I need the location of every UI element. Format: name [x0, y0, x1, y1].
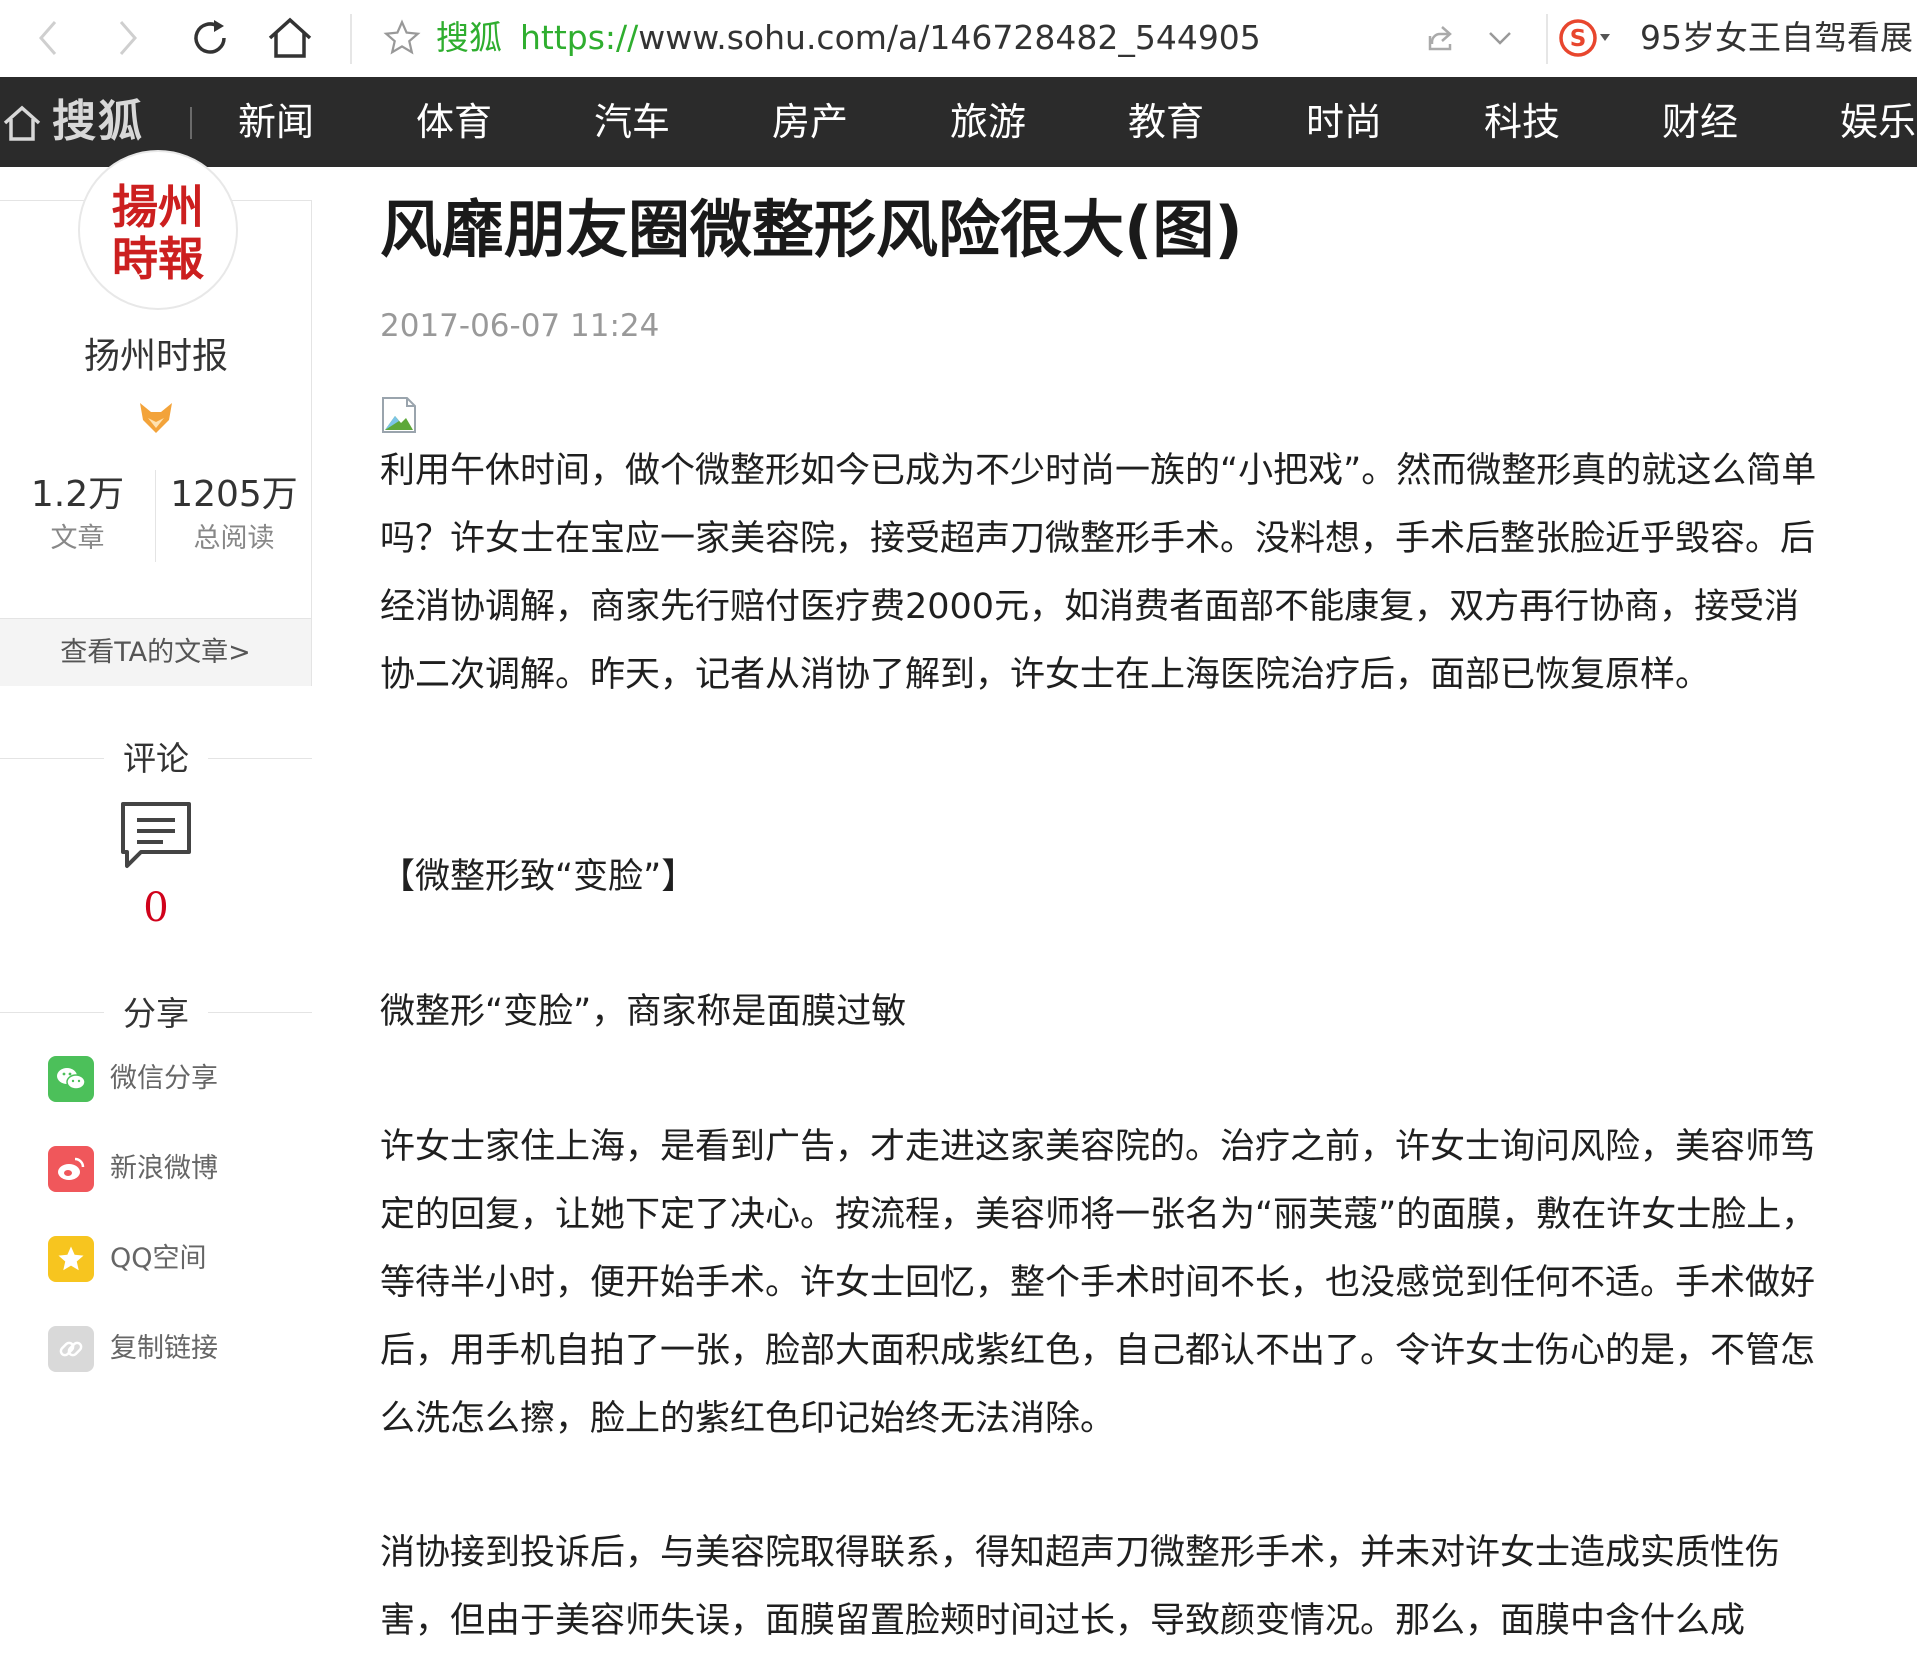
hot-search-text[interactable]: 95岁女王自驾看展 — [1640, 18, 1913, 58]
comments-title: 评论 — [123, 739, 189, 778]
nav-item-finance[interactable]: 财经 — [1662, 99, 1738, 145]
copy-link-label: 复制链接 — [110, 1333, 218, 1364]
chevron-down-icon — [1489, 32, 1511, 45]
share-page-button[interactable] — [1412, 10, 1468, 66]
forward-arrow-icon — [119, 21, 137, 55]
author-badge — [136, 400, 176, 440]
share-arrow-icon — [1428, 26, 1452, 51]
nav-item-tech[interactable]: 科技 — [1484, 99, 1560, 145]
reload-button[interactable] — [182, 10, 238, 66]
author-avatar[interactable]: 揚州 時報 — [78, 150, 238, 310]
browser-toolbar: 搜狐 https://www.sohu.com/a/146728482_5449… — [0, 0, 1917, 77]
broken-image-icon — [382, 397, 416, 433]
forward-button[interactable] — [100, 10, 156, 66]
svg-text:揚州: 揚州 — [112, 180, 204, 234]
url-path: www.sohu.com/a/146728482_544905 — [638, 18, 1261, 57]
svg-text:S: S — [1570, 26, 1587, 52]
home-button[interactable] — [262, 10, 318, 66]
nav-divider — [190, 107, 192, 139]
sohu-logo[interactable]: 搜狐 — [52, 96, 144, 148]
sogou-logo-icon: S — [1559, 19, 1610, 57]
article-paragraph: 微整形“变脸”，商家称是面膜过敏 — [380, 992, 907, 1032]
article-paragraph: 许女士家住上海，是看到广告，才走进这家美容院的。治疗之前，许女士询问风险，美容师… — [380, 1127, 1817, 1439]
nav-item-news[interactable]: 新闻 — [238, 99, 314, 145]
back-arrow-icon — [39, 21, 57, 55]
reload-icon — [194, 20, 226, 54]
share-title: 分享 — [123, 994, 189, 1033]
reads-count: 1205万 — [170, 474, 298, 515]
share-wechat-label: 微信分享 — [110, 1063, 218, 1094]
share-qzone-label: QQ空间 — [110, 1243, 207, 1274]
url-scheme: https:// — [520, 18, 639, 57]
reads-label: 总阅读 — [193, 523, 275, 554]
dropdown-button[interactable] — [1472, 10, 1528, 66]
author-name[interactable]: 扬州时报 — [0, 335, 312, 379]
sogou-search-button[interactable]: S — [1558, 10, 1614, 66]
site-name-label: 搜狐 — [436, 18, 502, 57]
nav-item-entertainment[interactable]: 娱乐 — [1840, 99, 1916, 145]
nav-item-fashion[interactable]: 时尚 — [1306, 99, 1382, 145]
articles-label: 文章 — [50, 523, 105, 554]
toolbar-divider — [350, 14, 352, 64]
nav-item-sports[interactable]: 体育 — [416, 99, 492, 145]
nav-item-education[interactable]: 教育 — [1128, 99, 1204, 145]
home-icon — [268, 17, 312, 58]
bookmark-star-button[interactable] — [374, 10, 430, 66]
home-icon[interactable] — [2, 103, 42, 143]
back-button[interactable] — [20, 10, 76, 66]
star-outline-icon — [383, 19, 421, 55]
nav-item-auto[interactable]: 汽车 — [594, 99, 670, 145]
comment-count[interactable]: 0 — [0, 884, 312, 932]
article-paragraph: 利用午休时间，做个微整形如今已成为不少时尚一族的“小把戏”。然而微整形真的就这么… — [380, 451, 1817, 695]
article-date: 2017-06-07 11:24 — [380, 308, 660, 344]
article-paragraph: 【微整形致“变脸”】 — [380, 857, 697, 897]
qzone-icon — [48, 1236, 94, 1282]
nav-item-realestate[interactable]: 房产 — [772, 99, 848, 145]
wechat-icon — [48, 1056, 94, 1102]
address-bar[interactable]: https://www.sohu.com/a/146728482_544905 — [520, 18, 1261, 58]
article-paragraph: 消协接到投诉后，与美容院取得联系，得知超声刀微整形手术，并未对许女士造成实质性伤… — [380, 1533, 1781, 1641]
yangzhou-times-logo: 揚州 時報 — [112, 180, 204, 286]
article-title: 风靡朋友圈微整形风险很大(图) — [380, 193, 1243, 266]
weibo-icon — [48, 1146, 94, 1192]
view-author-articles-link[interactable]: 查看TA的文章> — [0, 618, 311, 686]
nav-item-travel[interactable]: 旅游 — [950, 99, 1026, 145]
articles-count: 1.2万 — [30, 474, 125, 515]
toolbar-divider — [1546, 14, 1548, 64]
svg-text:時報: 時報 — [112, 232, 204, 286]
comment-icon[interactable] — [119, 800, 193, 872]
fox-badge-icon — [140, 403, 172, 433]
link-icon — [48, 1326, 94, 1372]
site-nav-bar: 搜狐 新闻 体育 汽车 房产 旅游 教育 时尚 科技 财经 娱乐 — [0, 77, 1917, 167]
share-weibo-label: 新浪微博 — [110, 1153, 218, 1184]
